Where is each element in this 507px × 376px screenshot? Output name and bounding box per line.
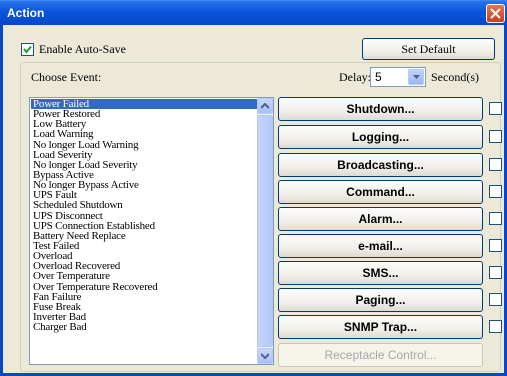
delay-value: 5: [375, 70, 382, 84]
action-button-label: Paging...: [355, 293, 406, 307]
event-list-items: Power Failed Power Restored Low Battery Loa…: [31, 98, 258, 333]
action-enable-checkbox[interactable]: [489, 320, 502, 333]
close-button[interactable]: [486, 4, 505, 23]
action-enable-checkbox[interactable]: [489, 102, 502, 115]
action-button-label: SMS...: [362, 266, 399, 280]
window-title: Action: [7, 6, 45, 20]
action-button[interactable]: e-mail...: [278, 234, 483, 258]
scroll-thumb[interactable]: [257, 115, 273, 347]
action-button[interactable]: Receptacle Control...: [278, 343, 483, 367]
event-list-item[interactable]: Over Temperature: [31, 271, 258, 282]
action-button[interactable]: SNMP Trap...: [278, 315, 483, 339]
auto-save-option[interactable]: Enable Auto-Save: [21, 42, 126, 56]
action-enable-checkbox[interactable]: [489, 158, 502, 171]
action-button[interactable]: Broadcasting...: [278, 153, 483, 177]
delay-select[interactable]: 5: [370, 67, 426, 87]
set-default-button[interactable]: Set Default: [362, 38, 495, 60]
delay-label: Delay:: [339, 70, 371, 84]
action-button-label: Broadcasting...: [337, 158, 424, 172]
auto-save-checkbox[interactable]: [21, 42, 34, 56]
choose-event-label: Choose Event:: [31, 70, 102, 84]
action-button-label: SNMP Trap...: [343, 320, 418, 334]
chevron-down-icon: [413, 75, 420, 79]
action-button-label: Shutdown...: [346, 102, 415, 116]
event-list-scrollbar[interactable]: [257, 98, 273, 364]
action-button[interactable]: Paging...: [278, 288, 483, 312]
event-list[interactable]: Power Failed Power Restored Low Battery Loa…: [29, 97, 274, 365]
action-enable-checkbox[interactable]: [489, 212, 502, 225]
action-button[interactable]: Shutdown...: [278, 97, 483, 121]
auto-save-label: Enable Auto-Save: [39, 41, 126, 56]
action-button-label: Logging...: [351, 130, 410, 144]
action-button[interactable]: Alarm...: [278, 207, 483, 231]
checkmark-icon: [23, 45, 32, 54]
title-bar: Action: [0, 0, 507, 25]
chevron-up-icon: [261, 103, 269, 109]
scroll-up-button[interactable]: [257, 98, 273, 114]
action-enable-checkbox[interactable]: [489, 293, 502, 306]
action-button-label: Command...: [346, 185, 415, 199]
action-button-label: Receptacle Control...: [324, 348, 437, 362]
action-button[interactable]: Command...: [278, 180, 483, 204]
chevron-down-icon: [261, 353, 269, 359]
action-enable-checkbox[interactable]: [489, 185, 502, 198]
action-enable-checkbox[interactable]: [489, 266, 502, 279]
action-button-label: e-mail...: [358, 239, 403, 253]
action-enable-checkbox[interactable]: [489, 239, 502, 252]
delay-unit-label: Second(s): [431, 70, 479, 84]
action-button-label: Alarm...: [358, 212, 403, 226]
delay-dropdown-button[interactable]: [408, 69, 424, 85]
close-icon: [490, 8, 501, 19]
scroll-down-button[interactable]: [257, 348, 273, 364]
action-button[interactable]: SMS...: [278, 261, 483, 285]
action-enable-checkbox[interactable]: [489, 130, 502, 143]
event-list-item[interactable]: Charger Bad: [31, 322, 258, 333]
action-button[interactable]: Logging...: [278, 125, 483, 149]
